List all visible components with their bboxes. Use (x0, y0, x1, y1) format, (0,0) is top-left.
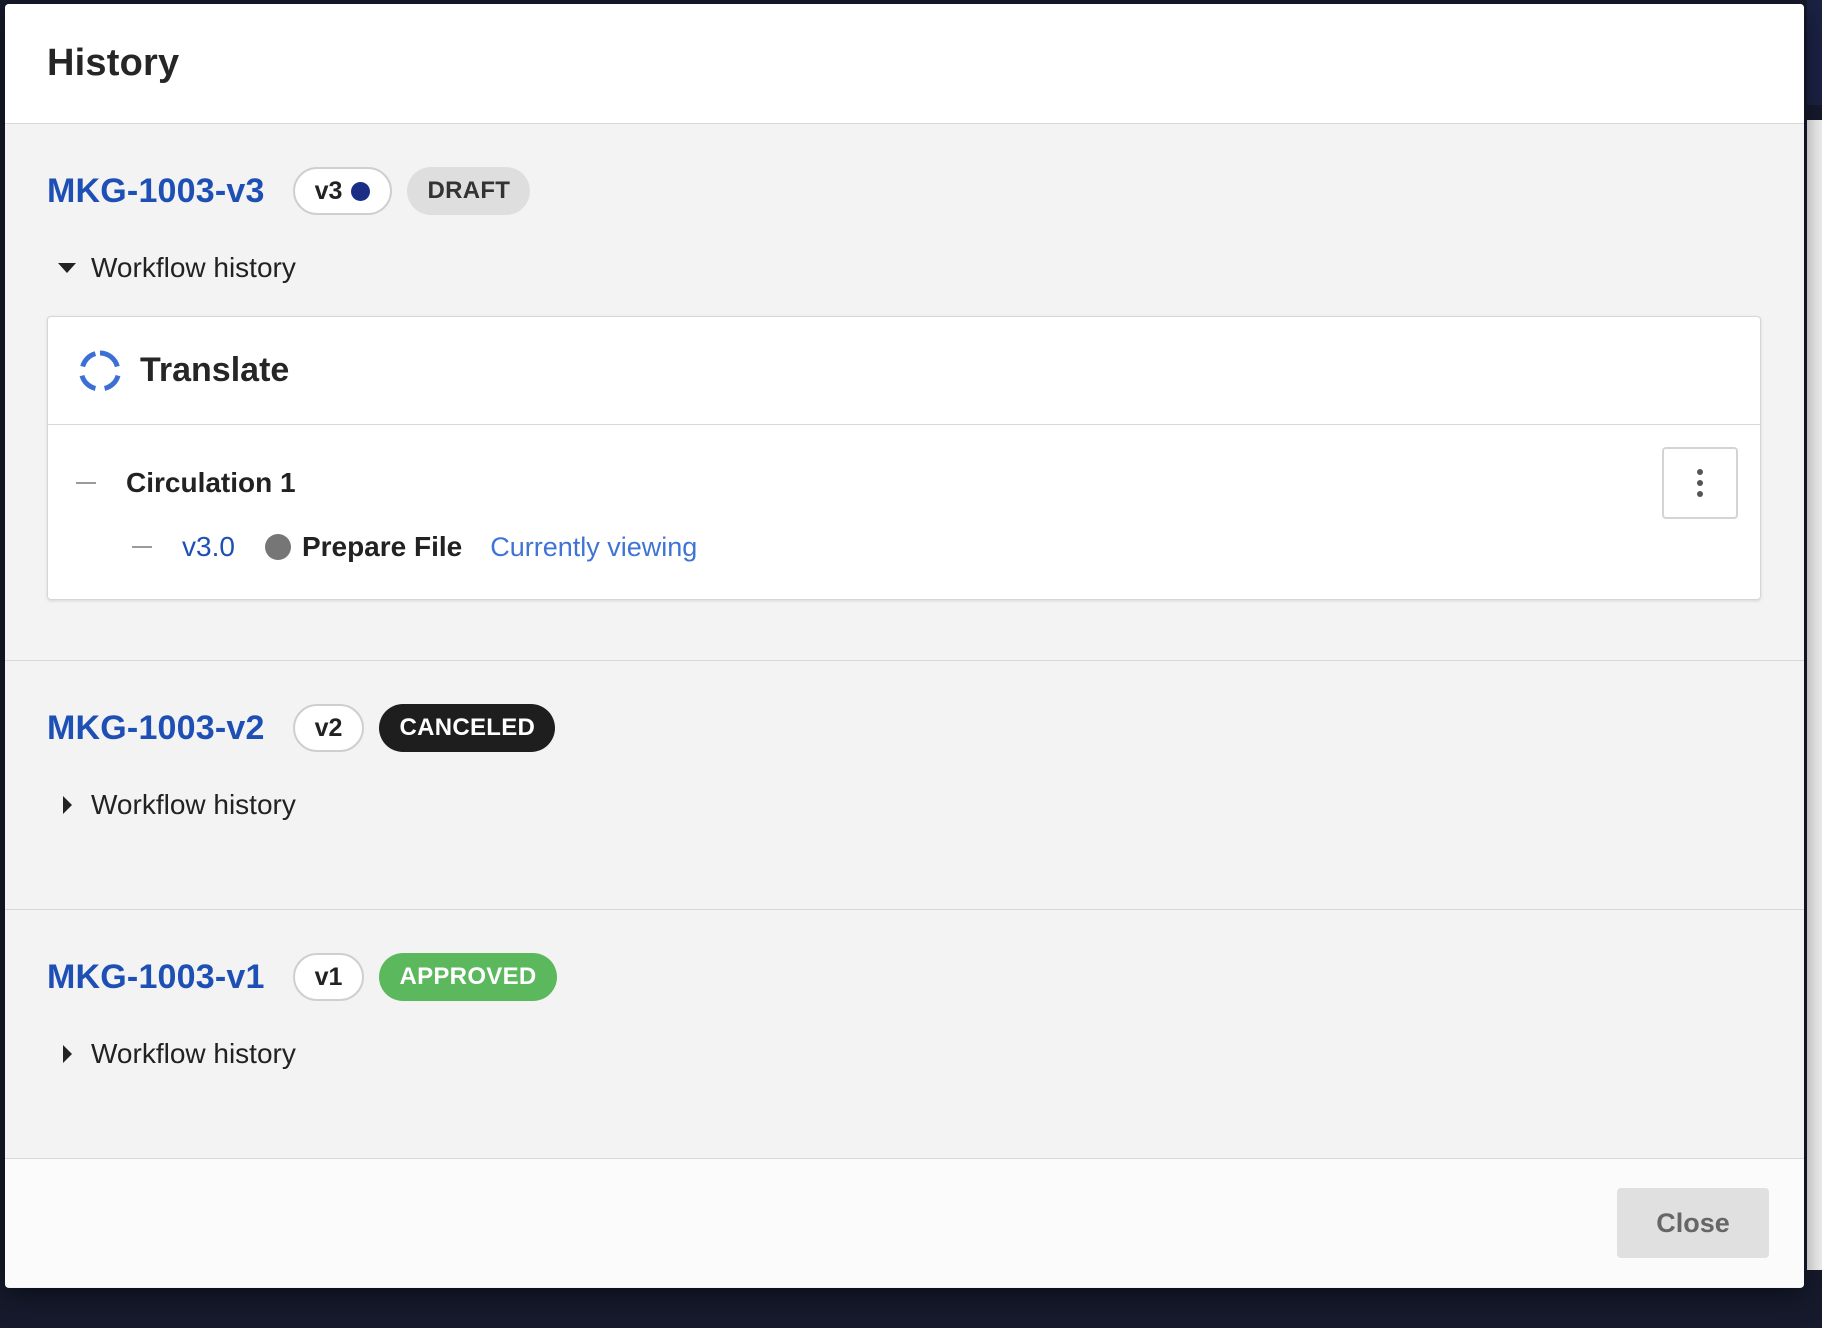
workflow-history-toggle[interactable]: Workflow history (47, 250, 1762, 286)
version-header: MKG-1003-v1 v1 APPROVED (47, 952, 1762, 1002)
circulation-row: Circulation 1 (76, 461, 1760, 505)
version-section-v1: MKG-1003-v1 v1 APPROVED Workflow history (5, 910, 1804, 1159)
dialog-title: History (47, 42, 180, 84)
version-pill: v2 (292, 704, 365, 752)
background-header-peek (1807, 0, 1822, 105)
version-label: v3 (314, 176, 343, 205)
status-badge: DRAFT (407, 167, 531, 215)
version-label: v1 (314, 962, 343, 991)
workflow-history-toggle[interactable]: Workflow history (47, 1036, 1762, 1072)
currently-viewing-link[interactable]: Currently viewing (490, 532, 697, 563)
circular-arrows-icon (79, 350, 121, 391)
status-badge: APPROVED (379, 953, 557, 1001)
close-button[interactable]: Close (1617, 1188, 1769, 1258)
document-link[interactable]: MKG-1003-v2 (47, 709, 265, 748)
workflow-name: Translate (140, 351, 290, 389)
step-status-dot-icon (264, 534, 291, 560)
circulation-label: Circulation 1 (126, 467, 296, 498)
step-name: Prepare File (301, 531, 463, 562)
workflow-history-label: Workflow history (91, 789, 296, 820)
version-header: MKG-1003-v3 v3 DRAFT (47, 166, 1762, 216)
history-dialog: History MKG-1003-v3 v3 DRAFT Workflow hi… (5, 4, 1804, 1288)
version-section-v2: MKG-1003-v2 v2 CANCELED Workflow history (5, 661, 1804, 910)
dash-icon (76, 482, 96, 484)
current-version-dot-icon (351, 181, 371, 201)
version-label: v2 (314, 713, 343, 742)
dialog-header: History (5, 4, 1804, 124)
workflow-history-label: Workflow history (91, 1038, 296, 1069)
version-section-v3: MKG-1003-v3 v3 DRAFT Workflow history Tr… (5, 124, 1804, 661)
version-header: MKG-1003-v2 v2 CANCELED (47, 703, 1762, 753)
workflow-history-toggle[interactable]: Workflow history (47, 787, 1762, 823)
version-pill: v1 (292, 953, 365, 1001)
workflow-step-row: v3.0 Prepare File Currently viewing (76, 525, 1760, 569)
version-pill: v3 (292, 167, 393, 215)
document-link[interactable]: MKG-1003-v1 (47, 958, 265, 997)
dash-icon (132, 546, 152, 548)
caret-right-icon (55, 1045, 79, 1063)
workflow-card: Translate Circulation 1 v3.0 Prepare Fil… (47, 316, 1761, 600)
workflow-card-body: Circulation 1 v3.0 Prepare File Currentl… (48, 425, 1760, 599)
workflow-history-label: Workflow history (91, 252, 296, 283)
kebab-menu-icon (1697, 469, 1703, 475)
dialog-footer: Close (5, 1159, 1804, 1287)
step-version-link[interactable]: v3.0 (182, 531, 235, 563)
caret-right-icon (55, 796, 79, 814)
caret-down-icon (55, 263, 79, 273)
background-panel-peek (1807, 120, 1822, 1270)
status-badge: CANCELED (379, 704, 556, 752)
workflow-card-header: Translate (48, 317, 1760, 425)
document-link[interactable]: MKG-1003-v3 (47, 172, 265, 211)
kebab-menu-button[interactable] (1662, 447, 1738, 519)
